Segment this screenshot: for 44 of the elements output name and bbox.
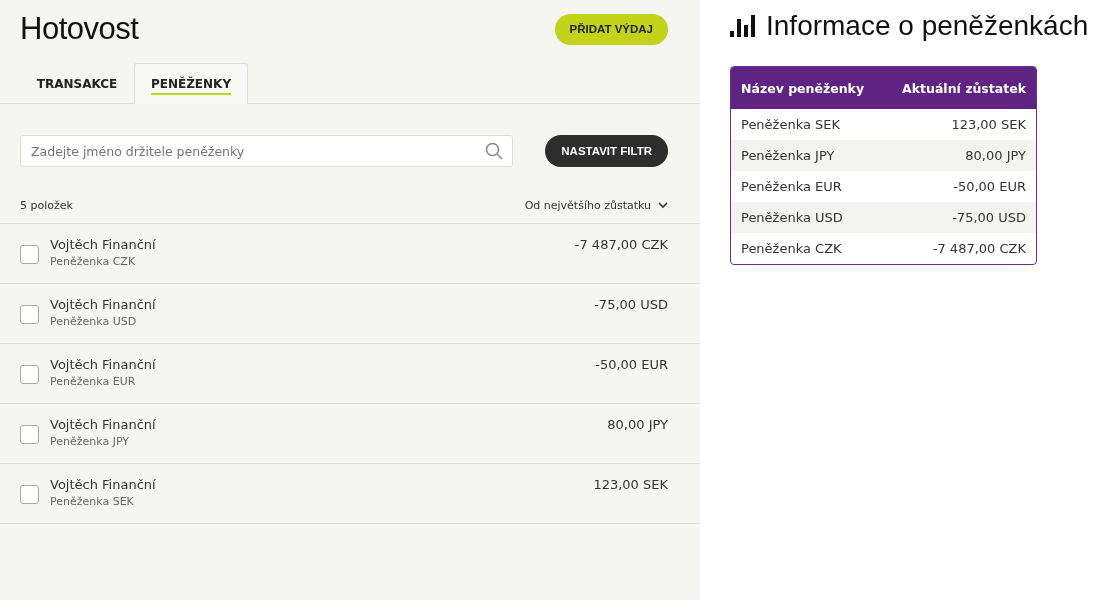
table-cell: -50,00 EUR	[953, 179, 1026, 194]
table-cell: -7 487,00 CZK	[932, 241, 1026, 256]
sort-dropdown[interactable]: Od největšího zůstatku	[524, 198, 668, 212]
column-header: Název peněženky	[741, 80, 865, 96]
checkbox[interactable]	[20, 245, 39, 264]
search-field[interactable]: Zadejte jméno držitele peněženky	[20, 135, 514, 167]
table-cell: 123,00 SEK	[951, 117, 1026, 132]
wallet-balance: -50,00 EUR	[595, 356, 668, 372]
section-title: Informace o peněženkách	[766, 10, 1089, 42]
wallet-balance: -7 487,00 CZK	[574, 236, 668, 252]
wallet-balance: 123,00 SEK	[593, 476, 668, 492]
checkbox[interactable]	[20, 305, 39, 324]
holder-name: Vojtěch Finanční	[50, 297, 157, 312]
table-cell: 80,00 JPY	[965, 148, 1026, 163]
wallet-name: Peněženka USD	[50, 315, 138, 328]
filter-button[interactable]: NASTAVIT FILTR	[545, 135, 668, 167]
table-cell: Peněženka SEK	[741, 117, 841, 132]
add-expense-button[interactable]: PŘIDAT VÝDAJ	[554, 13, 668, 45]
wallet-name: Peněženka CZK	[50, 255, 137, 268]
table-cell: Peněženka USD	[741, 210, 843, 225]
tab[interactable]: PENĚŽENKY	[134, 63, 248, 104]
wallet-balance: -75,00 USD	[594, 296, 668, 312]
page-title: Hotovost	[20, 11, 139, 47]
holder-name: Vojtěch Finanční	[50, 477, 157, 492]
holder-name: Vojtěch Finanční	[50, 417, 157, 432]
checkbox[interactable]	[20, 425, 39, 444]
table-cell: Peněženka JPY	[741, 148, 835, 163]
holder-name: Vojtěch Finanční	[50, 357, 157, 372]
wallet-name: Peněženka EUR	[50, 375, 137, 388]
checkbox[interactable]	[20, 365, 39, 384]
bar-chart-icon	[730, 15, 756, 37]
table-cell: Peněženka CZK	[741, 241, 842, 256]
table-cell: Peněženka EUR	[741, 179, 842, 194]
wallet-name: Peněženka JPY	[50, 435, 131, 448]
holder-name: Vojtěch Finanční	[50, 237, 157, 252]
chevron-down-icon	[658, 201, 668, 209]
column-header: Aktuální zůstatek	[902, 80, 1026, 96]
wallet-balance: 80,00 JPY	[607, 416, 668, 432]
tab[interactable]: TRANSAKCE	[20, 63, 134, 104]
checkbox[interactable]	[20, 485, 39, 504]
search-icon	[485, 142, 504, 160]
table-cell: -75,00 USD	[952, 210, 1026, 225]
item-count: 5 položek	[20, 198, 73, 212]
wallet-name: Peněženka SEK	[50, 495, 135, 508]
